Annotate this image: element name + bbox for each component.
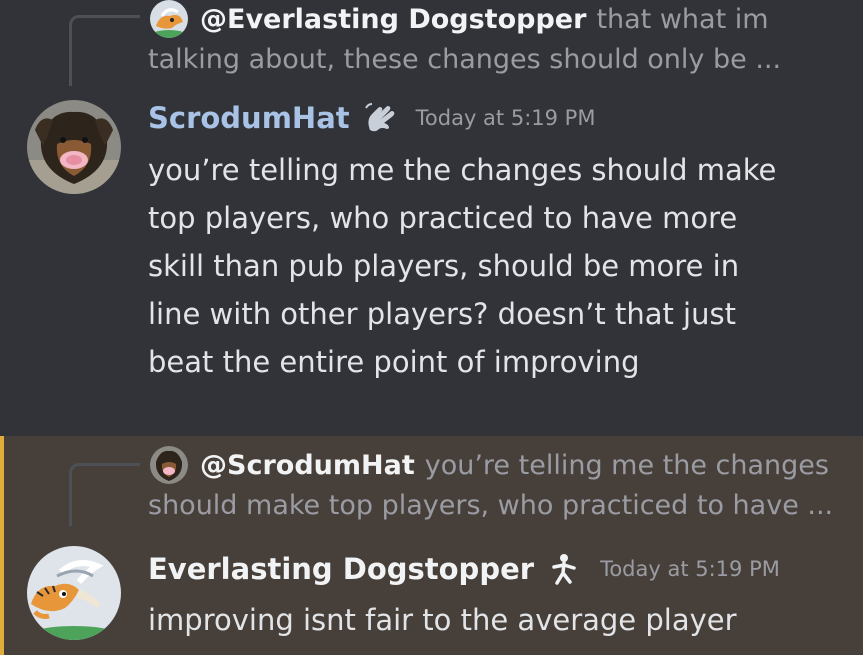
reply-preview-line-1: you’re telling me the changes — [424, 450, 829, 481]
reply-preview-line-2: should make top players, who practiced t… — [148, 490, 834, 521]
message-header: ScrodumHat Today at 5:19 PM — [148, 98, 595, 138]
username[interactable]: ScrodumHat — [148, 101, 350, 135]
hand-wave-icon[interactable] — [362, 100, 398, 136]
reply-spine — [69, 463, 140, 526]
message-content: improving isnt fair to the average playe… — [148, 596, 848, 644]
message-line: line with other players? doesn’t that ju… — [148, 297, 736, 331]
chat-log: @Everlasting Dogstopper that what im talk… — [0, 0, 863, 655]
reply-author[interactable]: @ScrodumHat — [200, 450, 415, 481]
message-everlasting-dogstopper[interactable]: @ScrodumHat you’re telling me the changes… — [0, 436, 863, 655]
message-line: skill than pub players, should be more i… — [148, 249, 740, 283]
message-scrodumhat[interactable]: @Everlasting Dogstopper that what im talk… — [0, 0, 863, 436]
running-figure-icon[interactable] — [546, 551, 582, 587]
reply-preview[interactable]: @ScrodumHat you’re telling me the changes… — [148, 446, 848, 526]
message-line: improving isnt fair to the average playe… — [148, 603, 737, 637]
message-line: beat the entire point of improving — [148, 345, 640, 379]
timestamp[interactable]: Today at 5:19 PM — [600, 557, 780, 581]
reply-spine — [69, 15, 140, 86]
message-header: Everlasting Dogstopper Today at 5:19 PM — [148, 549, 780, 589]
avatar-scrodumhat[interactable] — [27, 100, 121, 194]
message-line: you’re telling me the changes should mak… — [148, 153, 777, 187]
timestamp[interactable]: Today at 5:19 PM — [416, 106, 596, 130]
message-line: top players, who practiced to have more — [148, 201, 738, 235]
reply-preview[interactable]: @Everlasting Dogstopper that what im talk… — [148, 0, 848, 80]
reply-preview-line-2: talking about, these changes should only… — [148, 44, 782, 75]
message-content: you’re telling me the changes should mak… — [148, 146, 848, 386]
mention-highlight-bar — [0, 436, 4, 655]
avatar-everlasting-dogstopper[interactable] — [27, 546, 121, 640]
reply-preview-line-1: that what im — [596, 4, 769, 35]
reply-author[interactable]: @Everlasting Dogstopper — [200, 4, 586, 35]
username[interactable]: Everlasting Dogstopper — [148, 552, 534, 586]
